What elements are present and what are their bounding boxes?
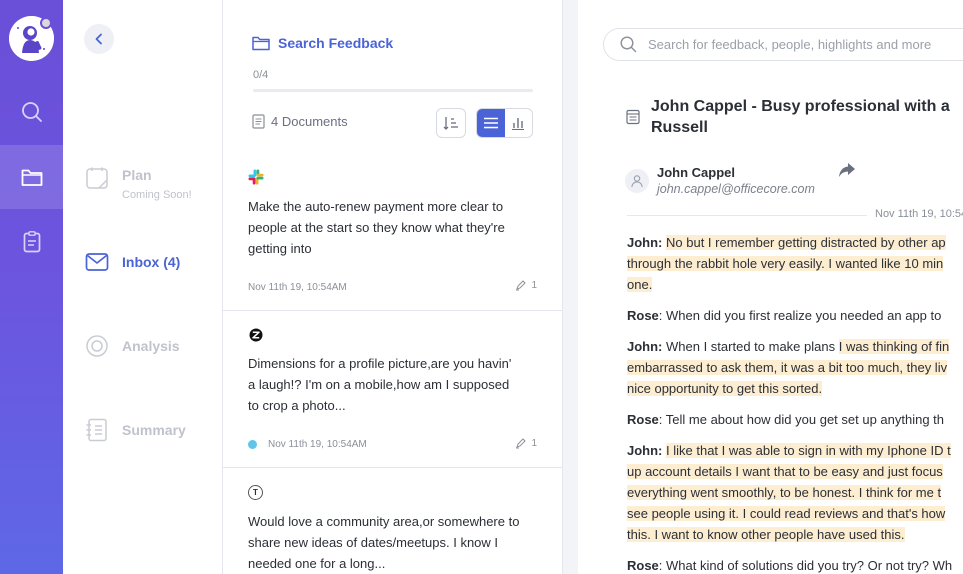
person-email: john.cappel@officecore.com: [657, 182, 815, 196]
documents-count-label: 4 Documents: [271, 114, 348, 129]
transcript-date: Nov 11th 19, 10:54: [875, 208, 963, 220]
sidebar-item-summary[interactable]: Summary: [85, 418, 186, 442]
person-info[interactable]: John Cappel john.cappel@officecore.com: [625, 165, 815, 196]
typeform-icon: T: [248, 485, 263, 500]
highlight-count: 1: [515, 279, 537, 291]
panel-divider: [563, 0, 578, 574]
feedback-card[interactable]: Dimensions for a profile picture,are you…: [223, 311, 563, 468]
feedback-list-panel: Search Feedback 0/4 4 Documents Make the: [223, 0, 563, 574]
search-icon: [21, 102, 42, 122]
sidebar-item-label: Plan: [122, 167, 152, 183]
document-detail: John Cappel - Busy professional with a R…: [578, 0, 963, 574]
highlighter-icon: [516, 438, 527, 449]
sidebar-item-label: Summary: [122, 422, 186, 438]
slack-icon: [248, 169, 264, 185]
zendesk-icon: [249, 328, 263, 342]
progress-label: 0/4: [253, 69, 269, 81]
back-button[interactable]: [84, 24, 114, 54]
highlight-count: 1: [515, 437, 537, 449]
share-button[interactable]: [838, 162, 856, 183]
highlighter-icon: [516, 280, 527, 291]
mail-icon: [85, 253, 109, 271]
user-avatar-icon: [625, 168, 649, 193]
documents-icon: [252, 114, 265, 129]
progress-bar: [253, 89, 533, 92]
rail-document-button[interactable]: [0, 210, 63, 274]
rail-search-button[interactable]: [0, 80, 63, 144]
folder-icon: [252, 36, 270, 51]
feedback-card[interactable]: Make the auto-renew payment more clear t…: [223, 153, 563, 311]
plan-icon: [86, 167, 108, 189]
feedback-date: Nov 11th 19, 10:54AM: [248, 439, 367, 450]
list-title[interactable]: Search Feedback: [252, 35, 393, 51]
chevron-left-icon: [95, 33, 102, 45]
feedback-text: Dimensions for a profile picture,are you…: [248, 356, 512, 413]
transcript-paragraph: Rose: What kind of solutions did you try…: [627, 558, 953, 573]
feedback-text: Would love a community area,or somewhere…: [248, 514, 520, 571]
bar-chart-icon: [512, 117, 525, 130]
sidebar-item-plan[interactable]: Plan Coming Soon!: [85, 166, 192, 201]
list-view-icon: [483, 117, 498, 129]
summary-list-icon: [86, 418, 107, 442]
person-name: John Cappel: [657, 165, 736, 180]
feedback-date: Nov 11th 19, 10:54AM: [248, 282, 347, 293]
sidebar-item-inbox[interactable]: Inbox (4): [85, 250, 180, 274]
document-title: John Cappel - Busy professional with a R…: [651, 98, 950, 136]
coming-soon-label: Coming Soon!: [122, 189, 192, 201]
sidebar-item-label: Inbox (4): [122, 254, 181, 270]
folder-icon: [21, 169, 42, 186]
transcript-paragraph: John: No but I remember getting distract…: [627, 235, 946, 292]
transcript-paragraph: John: When I started to make plans I was…: [627, 339, 950, 396]
list-view-button[interactable]: [477, 109, 505, 137]
search-icon: [620, 36, 637, 53]
rail-folder-button[interactable]: [0, 145, 63, 209]
transcript-paragraph: Rose: When did you first realize you nee…: [627, 308, 942, 323]
transcript-paragraph: John: I like that I was able to sign in …: [627, 443, 951, 542]
chart-view-button[interactable]: [505, 109, 533, 137]
search-input[interactable]: [648, 37, 963, 52]
documents-count: 4 Documents: [252, 114, 348, 129]
feedback-card[interactable]: T Would love a community area,or somewhe…: [223, 468, 563, 574]
transcript-icon: [626, 109, 640, 125]
transcript-paragraph: Rose: Tell me about how did you get set …: [627, 412, 945, 427]
share-arrow-icon: [839, 163, 855, 177]
feedback-text: Make the auto-renew payment more clear t…: [248, 199, 505, 256]
view-toggle: [476, 108, 533, 138]
status-dot: [40, 17, 52, 29]
search-bar: [603, 28, 963, 61]
sort-button[interactable]: [436, 108, 466, 138]
document-icon: [23, 231, 40, 253]
transcript-date-divider: Nov 11th 19, 10:54: [627, 208, 963, 222]
list-title-text: Search Feedback: [278, 35, 394, 51]
status-dot: [248, 440, 257, 449]
sidebar-item-analysis[interactable]: Analysis: [85, 334, 180, 358]
transcript: John: No but I remember getting distract…: [627, 232, 963, 574]
analysis-target-icon: [86, 335, 108, 357]
sidebar-item-label: Analysis: [122, 338, 180, 354]
app-rail: [0, 0, 63, 574]
secondary-nav: Plan Coming Soon! Inbox (4) Analysis Sum…: [63, 0, 223, 574]
sort-icon: [443, 117, 458, 130]
